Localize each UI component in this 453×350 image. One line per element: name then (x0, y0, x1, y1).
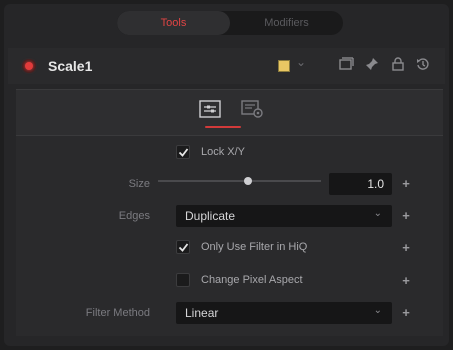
node-name: Scale1 (48, 58, 93, 74)
edges-plus-icon[interactable]: + (399, 209, 413, 223)
node-header[interactable]: Scale1 ⌄ (8, 48, 445, 84)
change-pixel-aspect-plus-icon[interactable]: + (399, 274, 413, 288)
edges-label: Edges (118, 210, 150, 222)
pin-icon[interactable] (364, 56, 380, 72)
edges-dropdown[interactable]: Duplicate ⌄ (176, 205, 392, 227)
chevron-down-icon: ⌄ (373, 305, 382, 316)
inspector-subtabs (16, 89, 443, 136)
size-label: Size (128, 178, 150, 190)
only-use-filter-label: Only Use Filter in HiQ (201, 241, 308, 253)
filter-method-label: Filter Method (85, 307, 150, 319)
change-pixel-aspect-label: Change Pixel Aspect (201, 274, 303, 286)
color-swatch-icon[interactable] (278, 60, 290, 72)
filter-method-plus-icon[interactable]: + (399, 306, 413, 320)
active-subtab-indicator (205, 126, 241, 128)
window-icon[interactable] (338, 56, 354, 72)
filter-method-dropdown[interactable]: Linear ⌄ (176, 302, 392, 324)
node-status-icon[interactable] (22, 59, 36, 73)
tab-bar: Tools Modifiers (117, 11, 343, 35)
filter-method-value: Linear (185, 306, 219, 320)
size-input[interactable]: 1.0 (329, 173, 392, 195)
size-plus-icon[interactable]: + (399, 177, 413, 191)
reset-icon[interactable] (415, 56, 431, 72)
lock-xy-label: Lock X/Y (201, 146, 246, 158)
controls-icon[interactable] (198, 99, 222, 119)
only-use-filter-plus-icon[interactable]: + (399, 241, 413, 255)
settings-icon[interactable] (240, 99, 264, 119)
color-chevron-down-icon[interactable]: ⌄ (296, 55, 306, 69)
tab-modifiers[interactable]: Modifiers (230, 11, 343, 35)
lock-icon[interactable] (390, 56, 406, 72)
size-slider-handle[interactable] (244, 177, 252, 185)
edges-value: Duplicate (185, 209, 236, 223)
lock-xy-checkbox[interactable] (176, 145, 190, 159)
change-pixel-aspect-checkbox[interactable] (176, 273, 190, 287)
size-slider[interactable] (158, 180, 321, 182)
only-use-filter-checkbox[interactable] (176, 240, 190, 254)
chevron-down-icon: ⌄ (373, 208, 382, 219)
tab-tools[interactable]: Tools (117, 11, 230, 35)
